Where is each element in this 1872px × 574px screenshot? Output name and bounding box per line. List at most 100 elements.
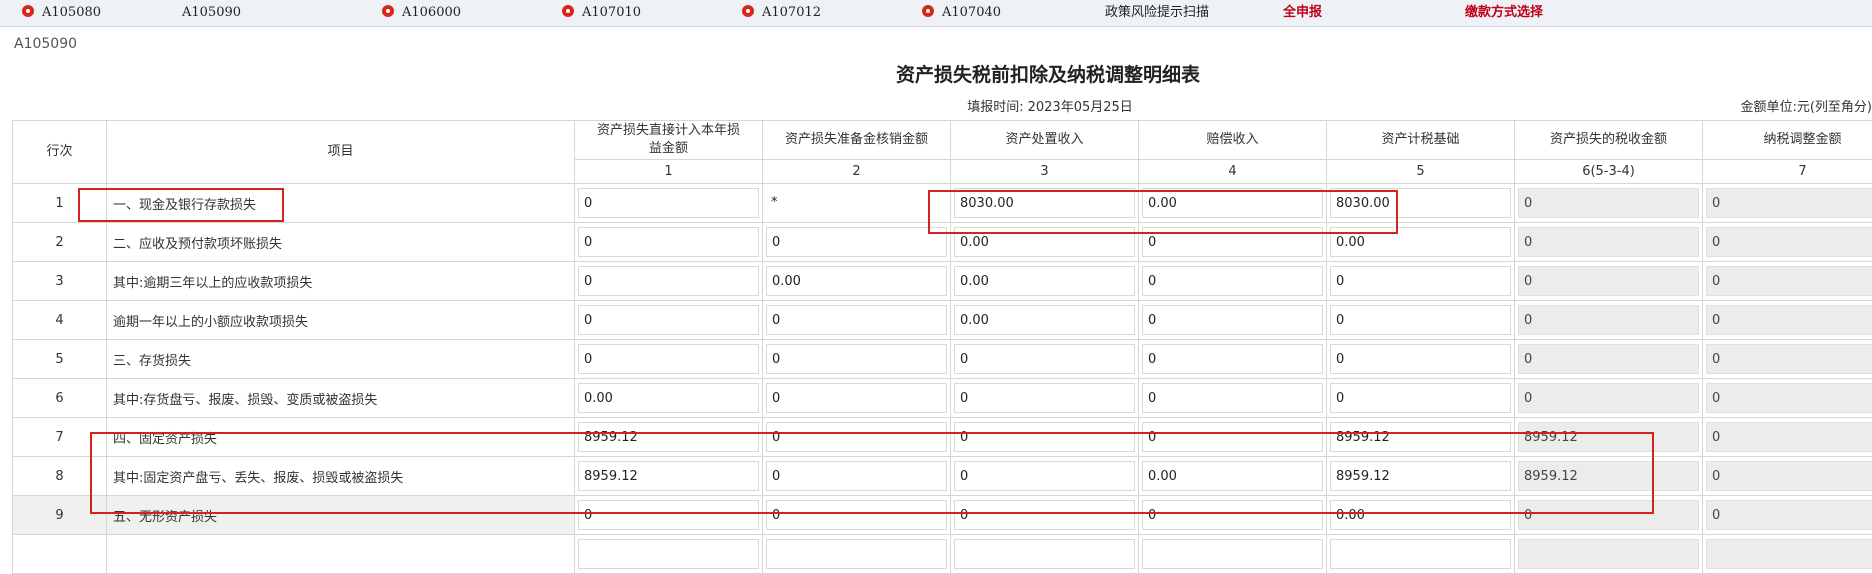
amount-input[interactable]: 0: [1330, 305, 1511, 335]
amount-input[interactable]: 8030.00: [1330, 188, 1511, 218]
row-number: 6: [13, 379, 107, 418]
cell-col-6: 0: [1515, 301, 1703, 340]
page-title: 资产损失税前扣除及纳税调整明细表: [0, 60, 1872, 87]
amount-input[interactable]: [1330, 539, 1511, 569]
amount-input[interactable]: 0: [766, 461, 947, 491]
amount-input[interactable]: 0: [1142, 305, 1323, 335]
col-header-7: 纳税调整金额: [1703, 121, 1872, 160]
cell-col-2: 0: [763, 379, 951, 418]
amount-input[interactable]: 0.00: [954, 227, 1135, 257]
amount-input[interactable]: 0.00: [1142, 461, 1323, 491]
table-row: 2二、应收及预付款项坏账损失000.0000.0000: [13, 223, 1872, 262]
cell-col-7: 0: [1703, 223, 1872, 262]
amount-input[interactable]: 0: [766, 344, 947, 374]
amount-input[interactable]: [954, 539, 1135, 569]
amount-input[interactable]: 0: [578, 500, 759, 530]
tab-a107010[interactable]: A107010: [562, 3, 641, 23]
amount-input[interactable]: 0: [1142, 500, 1323, 530]
computed-value: 0: [1706, 422, 1872, 452]
computed-value: 8959.12: [1518, 422, 1699, 452]
amount-input[interactable]: 0: [766, 305, 947, 335]
cell-col-7: 0: [1703, 301, 1872, 340]
tab-policy-risk-scan[interactable]: 政策风险提示扫描: [1105, 3, 1209, 23]
cell-col-6: 0: [1515, 379, 1703, 418]
amount-input[interactable]: 0.00: [1142, 188, 1323, 218]
cell-col-2: 0: [763, 418, 951, 457]
tab-a107040[interactable]: A107040: [922, 3, 1001, 23]
amount-input[interactable]: 0: [1142, 227, 1323, 257]
amount-input[interactable]: 0: [766, 227, 947, 257]
cell-col-1: [575, 535, 763, 574]
amount-input[interactable]: 0: [954, 461, 1135, 491]
amount-input[interactable]: 0: [578, 266, 759, 296]
amount-input[interactable]: 0: [578, 227, 759, 257]
amount-input[interactable]: 0: [1142, 383, 1323, 413]
cell-col-3: 0: [951, 418, 1139, 457]
cell-col-3: 0: [951, 457, 1139, 496]
amount-input[interactable]: 8959.12: [1330, 422, 1511, 452]
amount-input[interactable]: 0: [1330, 266, 1511, 296]
tab-a106000[interactable]: A106000: [382, 3, 461, 23]
table-row: 9五、无形资产损失00000.0000: [13, 496, 1872, 535]
table-row: 5三、存货损失0000000: [13, 340, 1872, 379]
amount-input[interactable]: 0: [1330, 383, 1511, 413]
amount-input[interactable]: 0.00: [578, 383, 759, 413]
amount-input[interactable]: 0.00: [1330, 227, 1511, 257]
amount-input[interactable]: 0: [578, 305, 759, 335]
cell-col-2: 0: [763, 340, 951, 379]
form-tab-bar: A105080 A105090 A106000 A107010 A107012 A1070…: [0, 0, 1872, 27]
amount-input[interactable]: 0: [766, 500, 947, 530]
tab-a105080[interactable]: A105080: [22, 3, 101, 23]
cell-col-5: 0.00: [1327, 496, 1515, 535]
cell-col-1: 0: [575, 223, 763, 262]
computed-value: 0: [1706, 344, 1872, 374]
amount-input[interactable]: 0: [766, 383, 947, 413]
amount-input[interactable]: [1142, 539, 1323, 569]
amount-input[interactable]: 0: [578, 344, 759, 374]
amount-input[interactable]: 0: [766, 422, 947, 452]
tab-full-declare[interactable]: 全申报: [1283, 3, 1322, 23]
tab-label: A107040: [942, 5, 1001, 20]
cell-col-7: [1703, 535, 1872, 574]
amount-input[interactable]: 0.00: [766, 266, 947, 296]
tab-a105090[interactable]: A105090: [182, 3, 241, 23]
amount-input[interactable]: [578, 539, 759, 569]
cell-col-5: 0: [1327, 262, 1515, 301]
tab-payment-method[interactable]: 缴款方式选择: [1465, 3, 1543, 23]
cell-col-4: 0: [1139, 340, 1327, 379]
amount-input[interactable]: 0: [1142, 344, 1323, 374]
amount-input[interactable]: 0: [1142, 266, 1323, 296]
cell-col-6: [1515, 535, 1703, 574]
tab-label: A107012: [762, 5, 821, 20]
amount-input[interactable]: 0.00: [954, 305, 1135, 335]
fill-date-label: 填报时间:: [967, 100, 1023, 115]
row-item-label: 其中:逾期三年以上的应收款项损失: [107, 262, 575, 301]
computed-value: [1706, 539, 1872, 569]
amount-input[interactable]: 0: [1142, 422, 1323, 452]
cell-col-1: 0: [575, 301, 763, 340]
tab-a107012[interactable]: A107012: [742, 3, 821, 23]
amount-input[interactable]: 0: [954, 500, 1135, 530]
amount-input[interactable]: 8959.12: [578, 461, 759, 491]
amount-input[interactable]: 0.00: [1330, 500, 1511, 530]
amount-input[interactable]: 8959.12: [1330, 461, 1511, 491]
cell-col-5: 0: [1327, 301, 1515, 340]
cell-col-1: 0: [575, 184, 763, 223]
amount-input[interactable]: 8959.12: [578, 422, 759, 452]
computed-value: 0: [1518, 188, 1699, 218]
gear-icon: [382, 5, 394, 17]
amount-input[interactable]: 8030.00: [954, 188, 1135, 218]
amount-input[interactable]: [766, 539, 947, 569]
amount-input[interactable]: 0: [954, 422, 1135, 452]
amount-input[interactable]: 0: [578, 188, 759, 218]
amount-input[interactable]: 0: [954, 383, 1135, 413]
cell-col-7: 0: [1703, 496, 1872, 535]
amount-input[interactable]: 0.00: [954, 266, 1135, 296]
cell-col-5: [1327, 535, 1515, 574]
amount-input[interactable]: 0: [1330, 344, 1511, 374]
amount-input[interactable]: 0: [954, 344, 1135, 374]
cell-col-2: [763, 535, 951, 574]
col-number-5: 5: [1327, 160, 1515, 184]
cell-col-3: 8030.00: [951, 184, 1139, 223]
col-number-2: 2: [763, 160, 951, 184]
